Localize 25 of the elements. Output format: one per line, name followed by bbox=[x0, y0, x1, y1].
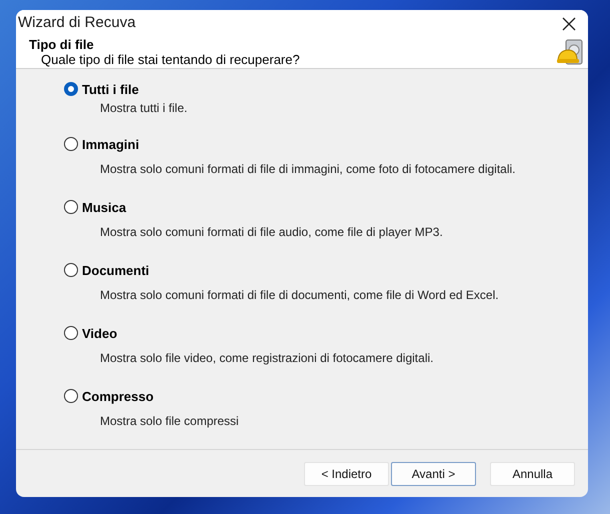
option-description: Mostra solo comuni formati di file di immagini, come foto di fotocamere digitali. bbox=[99, 161, 516, 178]
option-label[interactable]: Documenti bbox=[82, 260, 150, 280]
option-description: Mostra solo comuni formati di file audio, come file di player MP3. bbox=[99, 224, 444, 242]
radio-button[interactable] bbox=[64, 389, 78, 404]
option-label[interactable]: Immagini bbox=[82, 134, 140, 154]
wizard-button[interactable]: Annulla bbox=[490, 462, 575, 486]
option-label[interactable]: Video bbox=[82, 324, 118, 344]
option-description: Mostra solo file compressi bbox=[99, 413, 240, 430]
option-label[interactable]: Compresso bbox=[82, 386, 154, 406]
radio-button[interactable] bbox=[64, 200, 78, 214]
wizard-button[interactable]: < Indietro bbox=[304, 462, 389, 486]
radio-button[interactable] bbox=[64, 263, 78, 278]
option-label[interactable]: Tutti i file bbox=[82, 80, 139, 100]
radio-button[interactable] bbox=[64, 137, 78, 152]
option-description: Mostra solo comuni formati di file di documenti, come file di Word ed Excel. bbox=[99, 287, 500, 304]
option-description: Mostra solo file video, come registrazioni di fotocamere digitali. bbox=[99, 350, 434, 368]
page-heading: Tipo di file bbox=[29, 37, 95, 52]
option-description: Mostra tutti i file. bbox=[99, 100, 188, 118]
option-label[interactable]: Musica bbox=[82, 198, 126, 218]
radio-button[interactable] bbox=[64, 326, 78, 340]
radio-button[interactable] bbox=[64, 82, 78, 96]
page-subtitle: Quale tipo di file stai tentando di recuperare? bbox=[40, 52, 300, 68]
wizard-button[interactable]: Avanti > bbox=[391, 462, 476, 486]
close-icon bbox=[562, 16, 576, 31]
window-title: Wizard di Recuva bbox=[18, 13, 136, 34]
